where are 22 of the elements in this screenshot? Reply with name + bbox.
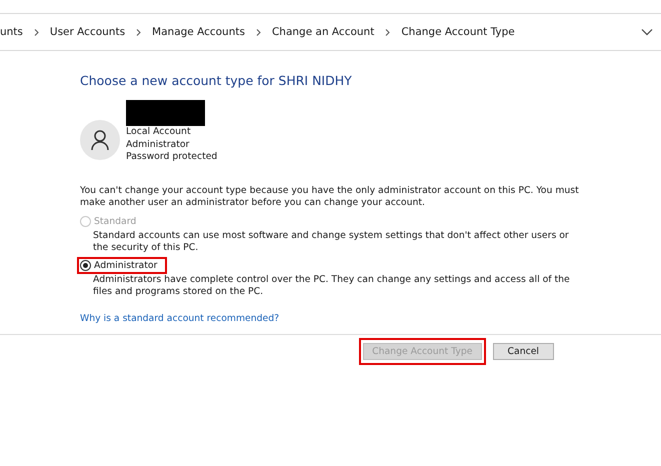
radio-label[interactable]: Administrator bbox=[94, 260, 158, 270]
account-detail: Local Account bbox=[126, 126, 192, 138]
account-detail: Password protected bbox=[126, 151, 218, 164]
chevron-down-icon[interactable] bbox=[641, 28, 653, 36]
chevron-right-icon bbox=[383, 28, 392, 36]
option-description: Standard accounts can use most software and change system settings that don't affect other users or the security of this PC. bbox=[93, 230, 570, 254]
breadcrumb-item[interactable]: Manage Accounts bbox=[152, 26, 245, 38]
account-detail: Administrator bbox=[126, 138, 190, 151]
breadcrumb-item[interactable]: User Accounts bbox=[50, 26, 126, 38]
help-link[interactable]: Why is a standard account recommended? bbox=[80, 312, 280, 324]
breadcrumb-item[interactable]: unts bbox=[0, 26, 23, 38]
chevron-right-icon bbox=[134, 28, 144, 36]
dialog-button[interactable]: Cancel bbox=[492, 342, 554, 360]
chevron-right-icon bbox=[32, 28, 41, 36]
option-description: Administrators have complete control over the PC. They can change any settings and access all of the files and programs stored on the PC. bbox=[93, 274, 571, 298]
chevron-right-icon bbox=[254, 28, 263, 36]
breadcrumb-item[interactable]: Change Account Type bbox=[401, 26, 515, 38]
breadcrumb-item[interactable]: Change an Account bbox=[272, 26, 374, 38]
info-message: You can't change your account type because you have the only administrator account on this PC. You must make another user an administrator before you can change your account. bbox=[80, 184, 580, 210]
radio-button[interactable] bbox=[80, 260, 91, 270]
user-avatar-icon bbox=[80, 120, 120, 160]
page-title: Choose a new account type for SHRI NIDHY bbox=[80, 73, 353, 88]
